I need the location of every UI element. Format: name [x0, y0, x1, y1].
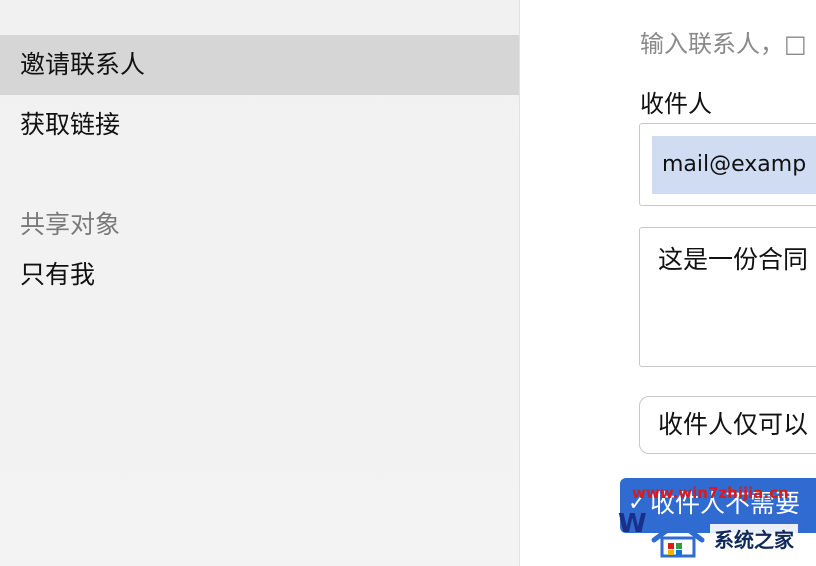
recipient-label: 收件人 [640, 90, 712, 118]
watermark-house-icon [651, 518, 705, 558]
sidebar-item-get-link[interactable]: 获取链接 [0, 95, 519, 155]
sidebar-item-invite-contacts[interactable]: 邀请联系人 [0, 35, 519, 95]
message-textarea[interactable]: 这是一份合同 [639, 227, 816, 367]
share-dialog: 邀请联系人 获取链接 共享对象 只有我 输入联系人，□ 收件人 mail@exa… [0, 0, 816, 566]
share-sidebar: 邀请联系人 获取链接 共享对象 只有我 [0, 0, 520, 566]
recipient-token[interactable]: mail@examp [652, 136, 816, 194]
share-with-header: 共享对象 [20, 210, 121, 239]
instruction-text: 输入联系人，□ [640, 30, 807, 58]
share-with-option[interactable]: 只有我 [0, 245, 519, 305]
svg-text:W: W [618, 509, 647, 538]
permission-select[interactable]: 收件人仅可以 [639, 396, 816, 454]
watermark-brand: 系统之家 [710, 524, 798, 553]
recipient-field[interactable]: mail@examp [639, 123, 816, 206]
watermark: www.win7zhijia.cn W 系统之家 [618, 478, 816, 566]
watermark-url: www.win7zhijia.cn [632, 484, 789, 502]
